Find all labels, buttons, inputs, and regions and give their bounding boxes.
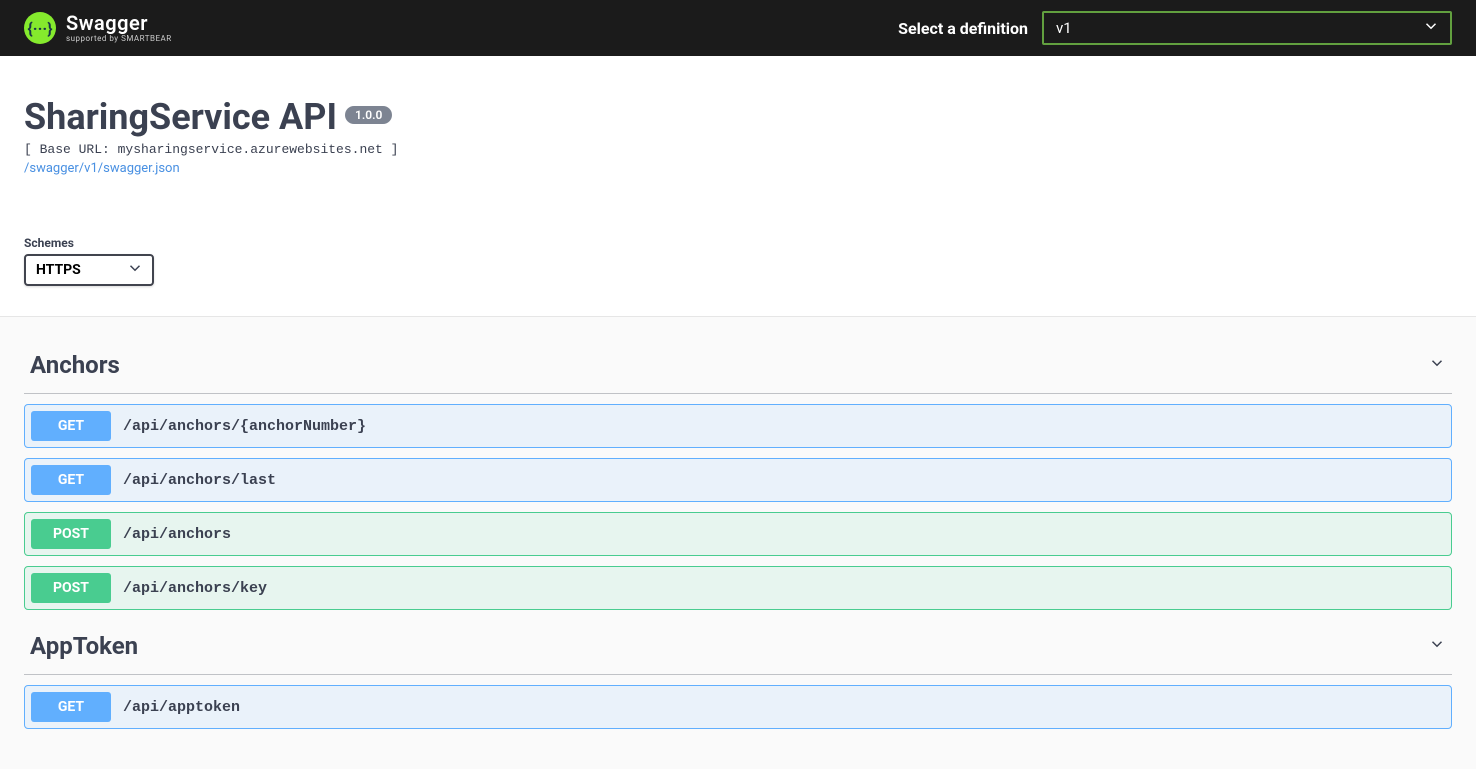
definition-selector-wrap: Select a definition v1 bbox=[898, 11, 1452, 45]
swagger-sub-brand: supported by SMARTBEAR bbox=[66, 35, 172, 43]
chevron-down-icon bbox=[1428, 354, 1446, 376]
tag-title: AppToken bbox=[30, 632, 138, 660]
select-definition-label: Select a definition bbox=[898, 19, 1028, 38]
swagger-json-link[interactable]: /swagger/v1/swagger.json bbox=[24, 161, 180, 176]
topbar-brand: {···} Swagger supported by SMARTBEAR bbox=[24, 12, 172, 44]
api-title-row: SharingService API 1.0.0 bbox=[24, 96, 1452, 138]
chevron-down-icon bbox=[1428, 635, 1446, 657]
operation-path: /api/apptoken bbox=[111, 699, 240, 716]
method-badge: GET bbox=[31, 692, 111, 722]
tag-title: Anchors bbox=[30, 351, 120, 379]
schemes-select-wrap: HTTPS bbox=[24, 254, 154, 286]
method-badge: GET bbox=[31, 411, 111, 441]
operation-path: /api/anchors/{anchorNumber} bbox=[111, 418, 366, 435]
method-badge: POST bbox=[31, 573, 111, 603]
operation-row[interactable]: GET/api/apptoken bbox=[24, 685, 1452, 729]
operation-path: /api/anchors/key bbox=[111, 580, 267, 597]
method-badge: POST bbox=[31, 519, 111, 549]
api-title: SharingService API bbox=[24, 96, 337, 138]
schemes-section: Schemes HTTPS bbox=[24, 236, 1452, 286]
definition-select[interactable]: v1 bbox=[1042, 11, 1452, 45]
info-section: SharingService API 1.0.0 [ Base URL: mys… bbox=[0, 56, 1476, 316]
swagger-brand-text-wrap: Swagger supported by SMARTBEAR bbox=[66, 13, 172, 43]
operation-path: /api/anchors bbox=[111, 526, 231, 543]
operation-path: /api/anchors/last bbox=[111, 472, 276, 489]
tag-header[interactable]: Anchors bbox=[24, 337, 1452, 394]
swagger-logo-icon: {···} bbox=[24, 12, 56, 44]
operations-area: AnchorsGET/api/anchors/{anchorNumber}GET… bbox=[0, 316, 1476, 769]
operation-row[interactable]: GET/api/anchors/{anchorNumber} bbox=[24, 404, 1452, 448]
version-badge: 1.0.0 bbox=[345, 106, 392, 124]
base-url: [ Base URL: mysharingservice.azurewebsit… bbox=[24, 142, 1452, 157]
method-badge: GET bbox=[31, 465, 111, 495]
swagger-brand-text: Swagger bbox=[66, 13, 172, 33]
schemes-select[interactable]: HTTPS bbox=[24, 254, 154, 286]
operation-row[interactable]: POST/api/anchors bbox=[24, 512, 1452, 556]
topbar: {···} Swagger supported by SMARTBEAR Sel… bbox=[0, 0, 1476, 56]
operation-row[interactable]: GET/api/anchors/last bbox=[24, 458, 1452, 502]
schemes-label: Schemes bbox=[24, 236, 1452, 250]
operation-row[interactable]: POST/api/anchors/key bbox=[24, 566, 1452, 610]
tag-header[interactable]: AppToken bbox=[24, 618, 1452, 675]
definition-select-wrap: v1 bbox=[1042, 11, 1452, 45]
